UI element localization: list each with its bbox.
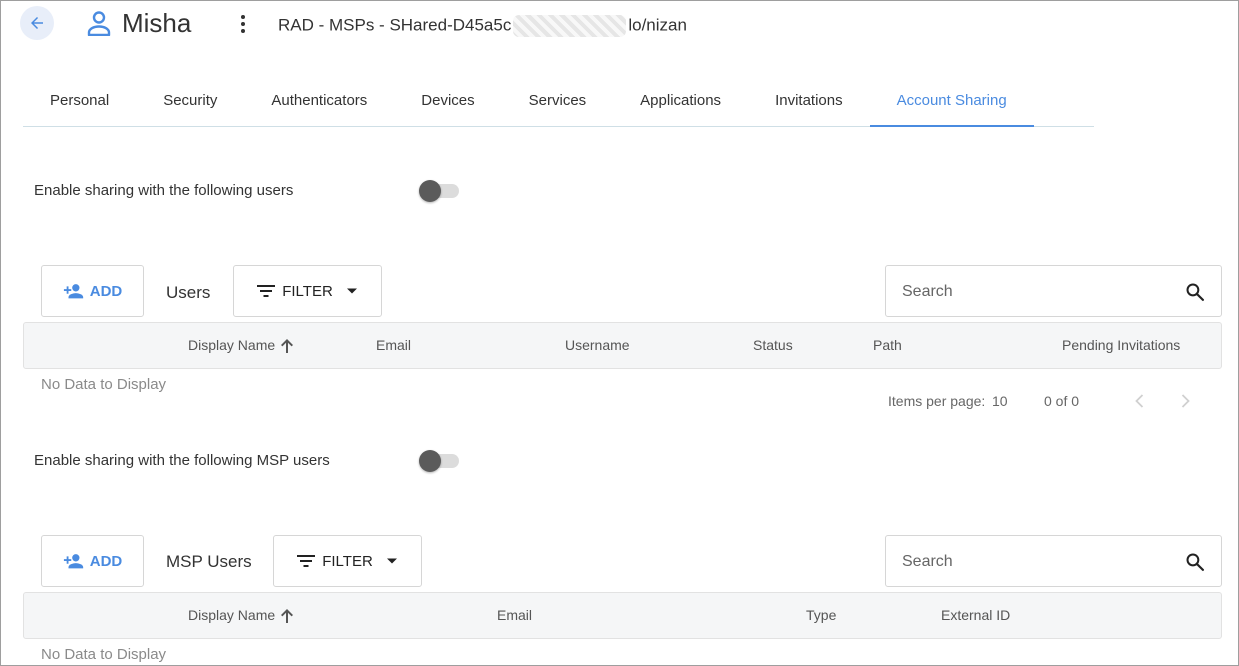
users-table-header: Display Name Email Username Status Path … (23, 322, 1222, 369)
back-button[interactable] (20, 6, 54, 40)
page-range: 0 of 0 (1044, 393, 1080, 409)
users-search-input[interactable] (902, 280, 1172, 304)
filter-icon (257, 285, 276, 297)
user-path: RAD - MSPs - SHared-D45a5c lo/nizan (278, 15, 687, 37)
person-add-icon (63, 554, 83, 569)
add-label: ADD (89, 552, 123, 570)
filter-label: FILTER (282, 282, 333, 300)
tab-security[interactable]: Security (136, 77, 244, 127)
filter-icon (297, 555, 316, 567)
person-add-icon (63, 284, 83, 299)
caret-down-icon (346, 288, 357, 294)
items-per-page-select[interactable]: 10 (992, 393, 1008, 409)
msp-table-header: Display Name Email Type External ID (23, 592, 1222, 639)
column-email[interactable]: Email (376, 323, 411, 368)
arrow-up-icon (281, 338, 294, 353)
tab-authenticators[interactable]: Authenticators (244, 77, 394, 127)
tab-applications[interactable]: Applications (613, 77, 748, 127)
redacted-region (513, 15, 627, 37)
column-external-id[interactable]: External ID (941, 593, 1010, 638)
msp-sharing-label: Enable sharing with the following MSP us… (34, 452, 330, 469)
chevron-left-icon[interactable] (1132, 393, 1148, 409)
search-icon[interactable] (1185, 282, 1205, 302)
column-display-name[interactable]: Display Name (188, 593, 294, 638)
users-filter-button[interactable]: FILTER (233, 265, 382, 317)
msp-grid-label: MSP Users (166, 552, 252, 571)
users-sharing-label: Enable sharing with the following users (34, 182, 294, 199)
users-sharing-toggle[interactable] (419, 180, 459, 202)
column-username[interactable]: Username (565, 323, 630, 368)
add-label: ADD (89, 282, 123, 300)
column-pending-invitations[interactable]: Pending Invitations (1062, 323, 1180, 368)
msp-search-input[interactable] (902, 550, 1172, 574)
caret-down-icon (386, 558, 397, 564)
tab-invitations[interactable]: Invitations (748, 77, 870, 127)
column-display-name[interactable]: Display Name (188, 323, 294, 368)
column-type[interactable]: Type (806, 593, 836, 638)
chevron-right-icon[interactable] (1177, 393, 1193, 409)
msp-empty-message: No Data to Display (41, 646, 167, 663)
path-prefix: RAD - MSPs - SHared-D45a5c (278, 15, 512, 35)
kebab-menu-icon[interactable] (233, 12, 253, 36)
tab-account-sharing[interactable]: Account Sharing (869, 77, 1034, 127)
arrow-left-icon (31, 17, 43, 29)
msp-sharing-toggle[interactable] (419, 450, 459, 472)
search-icon[interactable] (1185, 552, 1205, 572)
user-name: Misha (122, 8, 192, 38)
items-per-page-label: Items per page: (888, 393, 986, 409)
add-msp-user-button[interactable]: ADD (41, 535, 144, 587)
column-path[interactable]: Path (873, 323, 902, 368)
tab-bar: Personal Security Authenticators Devices… (23, 77, 1094, 127)
account-sharing-page: Misha RAD - MSPs - SHared-D45a5c lo/nizan… (0, 0, 1239, 666)
person-icon (87, 11, 111, 36)
column-email[interactable]: Email (497, 593, 532, 638)
filter-label: FILTER (322, 552, 373, 570)
path-suffix: lo/nizan (628, 15, 687, 35)
users-grid-label: Users (166, 283, 211, 302)
msp-search-box[interactable] (885, 535, 1222, 587)
users-empty-message: No Data to Display (41, 376, 167, 393)
tab-devices[interactable]: Devices (394, 77, 501, 127)
column-status[interactable]: Status (753, 323, 793, 368)
msp-filter-button[interactable]: FILTER (273, 535, 422, 587)
tab-personal[interactable]: Personal (23, 77, 136, 127)
arrow-up-icon (281, 608, 294, 623)
tab-services[interactable]: Services (502, 77, 614, 127)
users-search-box[interactable] (885, 265, 1222, 317)
add-user-button[interactable]: ADD (41, 265, 144, 317)
